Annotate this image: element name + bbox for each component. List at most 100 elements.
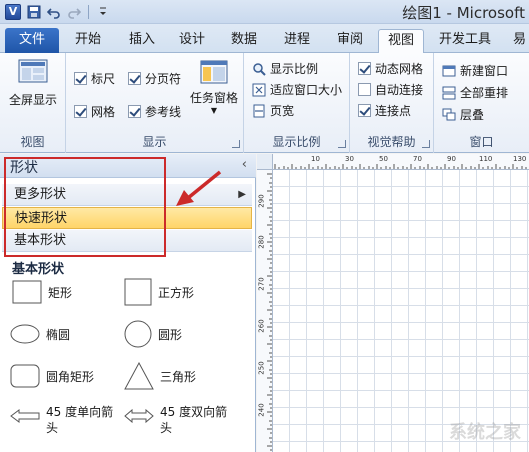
task-panes-button[interactable]: 任务窗格 ▼: [186, 59, 242, 116]
connection-points-check[interactable]: [358, 104, 371, 117]
shape-square[interactable]: 正方形: [124, 278, 194, 306]
group-zoom-launcher-icon[interactable]: [338, 140, 346, 148]
page-breaks-checkbox[interactable]: 分页符: [128, 70, 181, 87]
connection-points-checkbox[interactable]: 连接点: [358, 102, 411, 119]
dropdown-arrow-icon: ▼: [210, 106, 218, 115]
shapes-pane-title: 形状: [10, 160, 38, 176]
tab-file[interactable]: 文件: [5, 28, 59, 53]
collapse-pane-icon[interactable]: ‹: [242, 157, 247, 172]
basic-shapes-label: 基本形状: [14, 233, 67, 248]
ribbon-tab-bar: 文件 开始 插入 设计 数据 进程 审阅 视图 开发工具 易: [0, 24, 529, 53]
fullscreen-icon: [18, 59, 48, 87]
shape-rectangle[interactable]: 矩形: [12, 280, 72, 304]
page-breaks-label: 分页符: [145, 72, 182, 86]
shape-45-single-arrow-label: 45 度单向箭头: [46, 405, 114, 435]
fit-window-label: 适应窗口大小: [270, 83, 343, 97]
grid-label: 网格: [91, 105, 116, 119]
tab-review[interactable]: 审阅: [330, 29, 370, 53]
cascade-icon: [442, 108, 456, 120]
shape-ellipse[interactable]: 椭圆: [10, 324, 70, 344]
auto-connect-checkbox[interactable]: 自动连接: [358, 81, 423, 98]
ruler-checkbox[interactable]: 标尺: [74, 70, 115, 87]
new-window-button[interactable]: 新建窗口: [442, 62, 508, 79]
basic-shapes-item[interactable]: 基本形状: [2, 230, 252, 252]
tab-process[interactable]: 进程: [277, 29, 317, 53]
shape-rounded-rectangle[interactable]: 圆角矩形: [10, 364, 94, 388]
submenu-arrow-icon: ▶: [238, 189, 246, 200]
save-icon[interactable]: [26, 4, 42, 20]
more-shapes-label: 更多形状: [14, 187, 67, 202]
tab-design[interactable]: 设计: [172, 29, 212, 53]
zoom-button[interactable]: 显示比例: [252, 60, 318, 77]
shape-45-double-arrow[interactable]: 45 度双向箭头: [124, 404, 230, 436]
horizontal-ruler[interactable]: 10 30 50 70 90 110 130: [273, 154, 529, 170]
shape-square-label: 正方形: [158, 285, 195, 300]
tab-insert[interactable]: 插入: [122, 29, 162, 53]
page-width-button[interactable]: 页宽: [252, 102, 294, 119]
ellipse-icon: [10, 324, 40, 344]
dynamic-grid-check[interactable]: [358, 62, 371, 75]
shape-rounded-rectangle-label: 圆角矩形: [46, 369, 95, 384]
page-width-label: 页宽: [270, 104, 295, 118]
ruler-label: 270: [257, 277, 266, 291]
guides-check[interactable]: [128, 105, 141, 118]
vertical-ruler[interactable]: 290 280 270 260 250 240: [257, 170, 273, 452]
annotation-arrow-icon: [176, 170, 222, 206]
tab-data[interactable]: 数据: [224, 29, 264, 53]
group-show-label: 显示: [142, 135, 167, 149]
fit-window-button[interactable]: 适应窗口大小: [252, 81, 342, 98]
window-title: 绘图1 - Microsoft: [402, 4, 525, 22]
group-zoom: 显示比例 适应窗口大小 页宽 显示比例: [244, 53, 350, 153]
arrange-all-button[interactable]: 全部重排: [442, 84, 508, 101]
ruler-check[interactable]: [74, 72, 87, 85]
fullscreen-button[interactable]: 全屏显示: [4, 57, 62, 108]
grid-check[interactable]: [74, 105, 87, 118]
ruler-label: 30: [345, 155, 354, 163]
ruler-label: 110: [479, 155, 493, 163]
tab-overflow[interactable]: 易: [510, 29, 529, 53]
quick-shapes-item[interactable]: 快速形状: [2, 207, 252, 229]
drawing-canvas[interactable]: [273, 170, 529, 452]
grid-checkbox[interactable]: 网格: [74, 103, 115, 120]
cascade-label: 层叠: [460, 108, 485, 122]
ruler-label: 70: [413, 155, 422, 163]
redo-icon[interactable]: [66, 4, 82, 20]
tab-view[interactable]: 视图: [378, 29, 424, 53]
tab-home[interactable]: 开始: [68, 29, 108, 53]
group-view-label: 视图: [20, 135, 45, 149]
shape-circle[interactable]: 圆形: [124, 320, 182, 348]
dynamic-grid-label: 动态网格: [375, 62, 424, 76]
auto-connect-label: 自动连接: [375, 83, 424, 97]
shape-triangle-label: 三角形: [160, 369, 197, 384]
group-visual-aids-label: 视觉帮助: [367, 135, 416, 149]
rectangle-icon: [12, 280, 42, 304]
shape-ellipse-label: 椭圆: [46, 327, 71, 342]
group-visual-aids-launcher-icon[interactable]: [422, 140, 430, 148]
auto-connect-check[interactable]: [358, 83, 371, 96]
qat-separator: [88, 5, 89, 19]
group-window-label: 窗口: [469, 135, 494, 149]
task-panes-label: 任务窗格: [189, 91, 238, 105]
rounded-rectangle-icon: [10, 364, 40, 388]
guides-checkbox[interactable]: 参考线: [128, 103, 181, 120]
ruler-label: 260: [257, 319, 266, 333]
page-breaks-check[interactable]: [128, 72, 141, 85]
cascade-button[interactable]: 层叠: [442, 106, 484, 123]
arrange-all-icon: [442, 86, 456, 99]
ribbon: 全屏显示 视图 标尺 分页符 网格 参考线 任务窗格 ▼ 显示 显示比例 适应窗…: [0, 53, 529, 153]
shape-45-single-arrow[interactable]: 45 度单向箭头: [10, 404, 116, 436]
visio-app-icon[interactable]: V: [5, 4, 21, 20]
customize-qat-icon[interactable]: [95, 4, 111, 20]
quick-access-toolbar: [26, 4, 111, 20]
ruler-label: 280: [257, 235, 266, 249]
ruler-label: 50: [379, 155, 388, 163]
tab-developer[interactable]: 开发工具: [432, 29, 498, 53]
triangle-icon: [124, 362, 154, 390]
shape-circle-label: 圆形: [158, 327, 183, 342]
watermark: 系统之家: [449, 422, 521, 443]
group-show-launcher-icon[interactable]: [232, 140, 240, 148]
shape-triangle[interactable]: 三角形: [124, 362, 196, 390]
connection-points-label: 连接点: [375, 104, 412, 118]
dynamic-grid-checkbox[interactable]: 动态网格: [358, 60, 423, 77]
undo-icon[interactable]: [46, 4, 62, 20]
